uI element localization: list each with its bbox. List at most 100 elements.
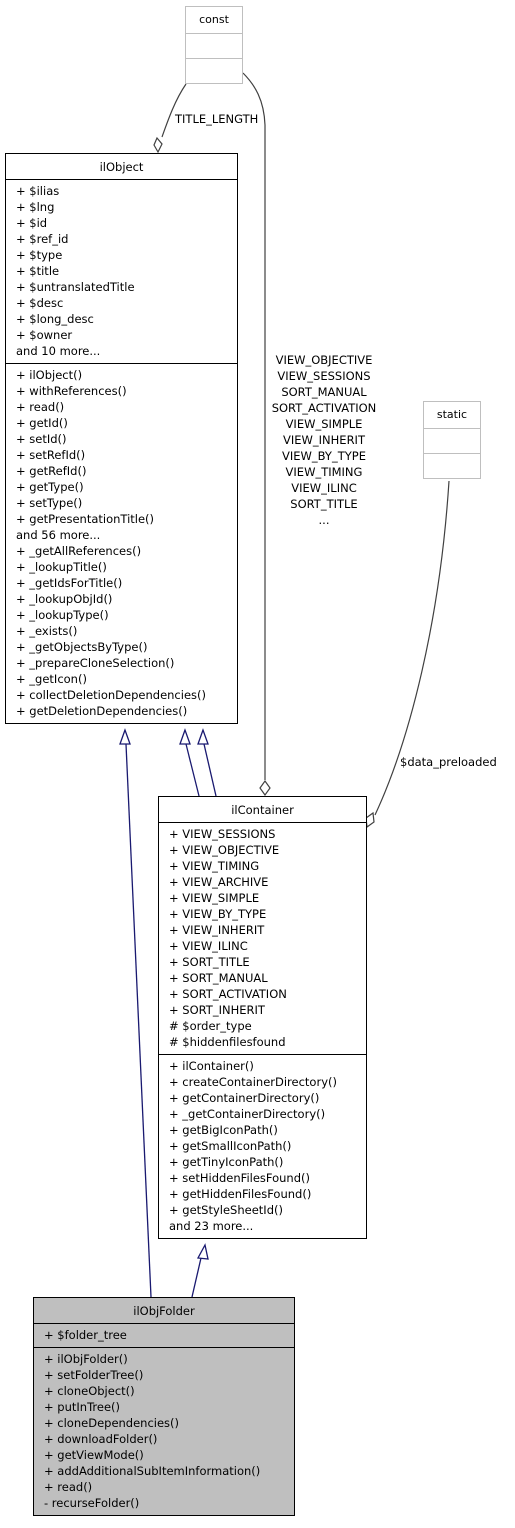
member-row: + $title xyxy=(16,264,60,278)
member-row: + $desc xyxy=(16,296,64,310)
class-static-methods xyxy=(424,453,480,478)
member-row: VIEW_TIMING xyxy=(285,465,363,479)
member-row: SORT_ACTIVATION xyxy=(271,401,377,415)
member-row: + $owner xyxy=(16,328,73,342)
member-row: + collectDeletionDependencies() xyxy=(16,688,206,702)
member-row: + setFolderTree() xyxy=(44,1368,144,1382)
member-row: + setHiddenFilesFound() xyxy=(169,1171,310,1185)
member-row: SORT_MANUAL xyxy=(281,385,367,399)
class-const-title: const xyxy=(199,13,229,26)
member-row: + $ref_id xyxy=(16,232,69,246)
aggregation-diamond-ilobject xyxy=(153,136,163,154)
member-row: + _lookupObjId() xyxy=(16,592,113,606)
member-row: + getPresentationTitle() xyxy=(16,512,155,526)
member-row: + read() xyxy=(16,400,65,414)
member-row: VIEW_SESSIONS xyxy=(277,369,371,383)
member-row: + getRefId() xyxy=(16,464,87,478)
member-row: # $hiddenfilesfound xyxy=(169,1035,286,1049)
member-row: + withReferences() xyxy=(16,384,127,398)
member-row: - recurseFolder() xyxy=(44,1496,140,1510)
class-ilobjfolder-methods: + ilObjFolder() + setFolderTree() + cloneO… xyxy=(34,1347,294,1515)
class-static[interactable]: static xyxy=(423,401,481,479)
class-ilobjfolder[interactable]: ilObjFolder + $folder_tree + ilObjFolder… xyxy=(33,1297,295,1516)
edge-label-title-length: TITLE_LENGTH xyxy=(175,112,259,126)
member-row: + SORT_TITLE xyxy=(169,955,250,969)
member-row: + VIEW_OBJECTIVE xyxy=(169,843,280,857)
member-row: + downloadFolder() xyxy=(44,1432,158,1446)
member-row: + $id xyxy=(16,216,48,230)
member-row: SORT_TITLE xyxy=(290,497,358,511)
member-row: + $folder_tree xyxy=(44,1328,127,1342)
member-row: + VIEW_TIMING xyxy=(169,859,260,873)
member-row: + setType() xyxy=(16,496,83,510)
class-const-methods xyxy=(186,58,242,83)
member-row: and 56 more... xyxy=(16,528,101,542)
inheritance-arrow-2 xyxy=(197,728,209,745)
edge-label-data-preloaded: $data_preloaded xyxy=(400,755,497,769)
member-row: + getStyleSheetId() xyxy=(169,1203,283,1217)
member-row: + VIEW_ARCHIVE xyxy=(169,875,269,889)
member-row: + VIEW_INHERIT xyxy=(169,923,265,937)
member-row: + getDeletionDependencies() xyxy=(16,704,188,718)
class-ilobjfolder-title: ilObjFolder xyxy=(133,1304,195,1318)
member-row: + setId() xyxy=(16,432,67,446)
class-ilobjfolder-attributes: + $folder_tree xyxy=(34,1323,294,1347)
inheritance-line-folder-ilobject xyxy=(125,743,152,1298)
member-row: + VIEW_BY_TYPE xyxy=(169,907,267,921)
member-row: VIEW_ILINC xyxy=(291,481,357,495)
class-const-attributes xyxy=(186,33,242,58)
member-row: + _exists() xyxy=(16,624,78,638)
member-row: + $lng xyxy=(16,200,55,214)
class-ilcontainer-methods: + ilContainer() + createContainerDirector… xyxy=(159,1054,366,1238)
class-ilobject-title: ilObject xyxy=(99,160,144,174)
member-row: + getId() xyxy=(16,416,68,430)
member-row: + getViewMode() xyxy=(44,1448,144,1462)
aggregation-diamond-static xyxy=(365,811,375,829)
class-ilcontainer-attributes: + VIEW_SESSIONS + VIEW_OBJECTIVE + VIEW_TI… xyxy=(159,822,366,1054)
inheritance-arrow-folder-ilcontainer xyxy=(196,1243,209,1260)
member-row: + getContainerDirectory() xyxy=(169,1091,320,1105)
member-row: + $untranslatedTitle xyxy=(16,280,135,294)
member-row: + _prepareCloneSelection() xyxy=(16,656,175,670)
member-row: + read() xyxy=(44,1480,93,1494)
member-row: + _getContainerDirectory() xyxy=(169,1107,326,1121)
member-row: + putInTree() xyxy=(44,1400,121,1414)
member-row: ... xyxy=(318,513,330,527)
member-row: + _getIdsForTitle() xyxy=(16,576,123,590)
class-static-attributes xyxy=(424,428,480,453)
member-row: VIEW_OBJECTIVE xyxy=(275,353,373,367)
member-row: VIEW_INHERIT xyxy=(283,433,365,447)
member-row: + addAdditionalSubItemInformation() xyxy=(44,1464,261,1478)
member-row: + getBigIconPath() xyxy=(169,1123,278,1137)
inheritance-arrow-1 xyxy=(179,728,191,745)
edge-label-container-consts: VIEW_OBJECTIVE VIEW_SESSIONS SORT_MANUAL SO… xyxy=(262,352,386,528)
class-ilobject-attributes: + $ilias + $lng + $id + $ref_id + $type + $ti… xyxy=(6,179,237,363)
member-row: + ilContainer() xyxy=(169,1059,254,1073)
inheritance-line-2 xyxy=(203,743,217,797)
member-row: + ilObjFolder() xyxy=(44,1352,128,1366)
member-row: + $ilias xyxy=(16,184,60,198)
member-row: VIEW_SIMPLE xyxy=(285,417,363,431)
member-row: VIEW_BY_TYPE xyxy=(282,449,366,463)
class-ilcontainer[interactable]: ilContainer + VIEW_SESSIONS + VIEW_OBJECT… xyxy=(158,796,367,1239)
member-row: + _getAllReferences() xyxy=(16,544,142,558)
class-ilcontainer-title: ilContainer xyxy=(231,803,294,817)
member-row: + VIEW_SIMPLE xyxy=(169,891,260,905)
member-row: + createContainerDirectory() xyxy=(169,1075,337,1089)
class-ilobject[interactable]: ilObject + $ilias + $lng + $id + $ref_id + $… xyxy=(5,153,238,724)
member-row: + SORT_INHERIT xyxy=(169,1003,265,1017)
member-row: + setRefId() xyxy=(16,448,86,462)
member-row: + VIEW_SESSIONS xyxy=(169,827,276,841)
member-row: + _getObjectsByType() xyxy=(16,640,148,654)
member-row: + getTinyIconPath() xyxy=(169,1155,284,1169)
member-row: + ilObject() xyxy=(16,368,83,382)
member-row: + cloneDependencies() xyxy=(44,1416,180,1430)
member-row: + getSmallIconPath() xyxy=(169,1139,292,1153)
member-row: + _lookupType() xyxy=(16,608,109,622)
class-static-title: static xyxy=(436,408,468,421)
aggregation-diamond-ilcontainer xyxy=(259,779,271,797)
inheritance-line-folder-ilcontainer xyxy=(191,1257,202,1298)
member-row: + SORT_ACTIVATION xyxy=(169,987,287,1001)
member-row: + getType() xyxy=(16,480,84,494)
class-const[interactable]: const xyxy=(185,6,243,84)
